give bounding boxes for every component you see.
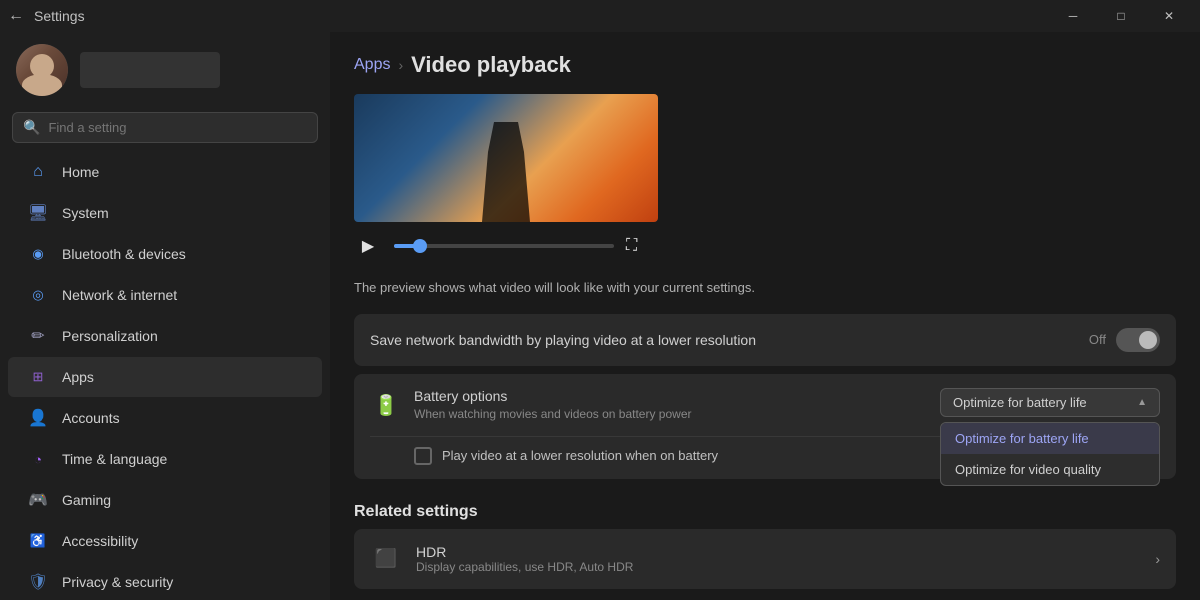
gaming-icon: 🎮	[28, 490, 48, 510]
back-button[interactable]: ←	[8, 7, 24, 25]
dropdown-option-1[interactable]: Optimize for battery life	[941, 423, 1159, 454]
sidebar-item-label: Accounts	[62, 410, 120, 426]
video-controls: ▶ ⛶	[330, 222, 1200, 270]
sidebar-item-system[interactable]: 🖥 System	[8, 193, 322, 233]
avatar	[16, 44, 68, 96]
dropdown-option-2[interactable]: Optimize for video quality	[941, 454, 1159, 485]
accounts-icon: 👤	[28, 408, 48, 428]
sidebar-item-label: Accessibility	[62, 533, 138, 549]
checkbox-label: Play video at a lower resolution when on…	[442, 448, 718, 463]
breadcrumb: Apps › Video playback	[330, 32, 1200, 94]
avatar-image	[16, 44, 68, 96]
titlebar-title: Settings	[34, 8, 85, 24]
battery-dropdown-wrap: Optimize for battery life ▲ Optimize for…	[940, 388, 1160, 417]
battery-subtitle: When watching movies and videos on batte…	[414, 407, 928, 421]
battery-options-row: 🔋 Battery options When watching movies a…	[354, 374, 1176, 436]
video-preview	[354, 94, 658, 222]
user-section	[0, 32, 330, 108]
breadcrumb-parent[interactable]: Apps	[354, 56, 390, 74]
battery-icon-wrap: 🔋	[370, 390, 402, 422]
content-area: Apps › Video playback ▶ ⛶ The preview sh…	[330, 32, 1200, 600]
battery-dropdown-menu: Optimize for battery life Optimize for v…	[940, 422, 1160, 486]
hdr-icon-wrap: ⬛	[370, 543, 402, 575]
hdr-setting-row[interactable]: ⬛ HDR Display capabilities, use HDR, Aut…	[354, 529, 1176, 589]
system-icon: 🖥	[28, 203, 48, 223]
sidebar-item-home[interactable]: ⌂ Home	[8, 152, 322, 192]
sidebar-item-label: Privacy & security	[62, 574, 173, 590]
sidebar-item-label: Bluetooth & devices	[62, 246, 186, 262]
sidebar-nav: ⌂ Home 🖥 System ◉ Bluetooth & devices ◎ …	[0, 151, 330, 600]
breadcrumb-current: Video playback	[411, 52, 571, 78]
video-person-silhouette	[476, 122, 536, 222]
sidebar-item-personalization[interactable]: ✏ Personalization	[8, 316, 322, 356]
bluetooth-icon: ◉	[28, 244, 48, 264]
bandwidth-setting-card: Save network bandwidth by playing video …	[354, 314, 1176, 366]
search-box[interactable]: 🔍	[12, 112, 318, 143]
sidebar-item-time[interactable]: ◔ Time & language	[8, 439, 322, 479]
titlebar-left: ← Settings	[8, 7, 85, 25]
user-name-block	[80, 52, 220, 88]
video-progress-thumb	[413, 239, 427, 253]
sidebar-item-bluetooth[interactable]: ◉ Bluetooth & devices	[8, 234, 322, 274]
accessibility-icon: ♿	[28, 531, 48, 551]
toggle-knob	[1139, 331, 1157, 349]
chevron-up-icon: ▲	[1137, 397, 1147, 408]
bandwidth-label: Save network bandwidth by playing video …	[370, 332, 1089, 348]
sidebar-item-label: Network & internet	[62, 287, 177, 303]
toggle-off-label: Off	[1089, 332, 1106, 347]
sidebar-item-label: System	[62, 205, 109, 221]
related-settings-title: Related settings	[330, 487, 1200, 529]
privacy-icon: 🛡	[28, 572, 48, 592]
sidebar-item-accounts[interactable]: 👤 Accounts	[8, 398, 322, 438]
apps-icon: ⊞	[28, 367, 48, 387]
sidebar-item-accessibility[interactable]: ♿ Accessibility	[8, 521, 322, 561]
main-layout: 🔍 ⌂ Home 🖥 System ◉ Bluetooth & devices …	[0, 32, 1200, 600]
battery-setting-card: 🔋 Battery options When watching movies a…	[354, 374, 1176, 479]
close-button[interactable]: ✕	[1146, 0, 1192, 32]
sidebar-item-label: Apps	[62, 369, 94, 385]
sidebar-item-label: Gaming	[62, 492, 111, 508]
sidebar-item-network[interactable]: ◎ Network & internet	[8, 275, 322, 315]
video-description: The preview shows what video will look l…	[330, 270, 1030, 314]
battery-text: Battery options When watching movies and…	[414, 388, 928, 421]
sidebar-item-label: Home	[62, 164, 99, 180]
search-icon: 🔍	[23, 119, 40, 136]
titlebar-controls: ─ □ ✕	[1050, 0, 1192, 32]
breadcrumb-separator: ›	[398, 57, 403, 73]
home-icon: ⌂	[28, 162, 48, 182]
bandwidth-control: Off	[1089, 328, 1160, 352]
chevron-right-icon: ›	[1155, 551, 1160, 567]
sidebar-item-gaming[interactable]: 🎮 Gaming	[8, 480, 322, 520]
battery-title: Battery options	[414, 388, 928, 404]
bandwidth-setting-row: Save network bandwidth by playing video …	[354, 314, 1176, 366]
search-input[interactable]	[48, 120, 307, 135]
dropdown-selected-label: Optimize for battery life	[953, 395, 1087, 410]
titlebar: ← Settings ─ □ ✕	[0, 0, 1200, 32]
hdr-subtitle: Display capabilities, use HDR, Auto HDR	[416, 560, 1141, 574]
network-icon: ◎	[28, 285, 48, 305]
personalization-icon: ✏	[28, 326, 48, 346]
video-progress-bar[interactable]	[394, 244, 614, 248]
hdr-title: HDR	[416, 544, 1141, 560]
sidebar-item-label: Time & language	[62, 451, 167, 467]
battery-dropdown-button[interactable]: Optimize for battery life ▲	[940, 388, 1160, 417]
minimize-button[interactable]: ─	[1050, 0, 1096, 32]
fullscreen-button[interactable]: ⛶	[626, 237, 637, 255]
sidebar-item-label: Personalization	[62, 328, 158, 344]
play-button[interactable]: ▶	[354, 232, 382, 260]
sidebar-item-apps[interactable]: ⊞ Apps	[8, 357, 322, 397]
battery-icon: 🔋	[374, 393, 399, 418]
hdr-text: HDR Display capabilities, use HDR, Auto …	[416, 544, 1141, 574]
sidebar: 🔍 ⌂ Home 🖥 System ◉ Bluetooth & devices …	[0, 32, 330, 600]
time-icon: ◔	[28, 449, 48, 469]
maximize-button[interactable]: □	[1098, 0, 1144, 32]
bandwidth-toggle[interactable]	[1116, 328, 1160, 352]
battery-checkbox[interactable]	[414, 447, 432, 465]
sidebar-item-privacy[interactable]: 🛡 Privacy & security	[8, 562, 322, 600]
hdr-icon: ⬛	[375, 548, 397, 569]
